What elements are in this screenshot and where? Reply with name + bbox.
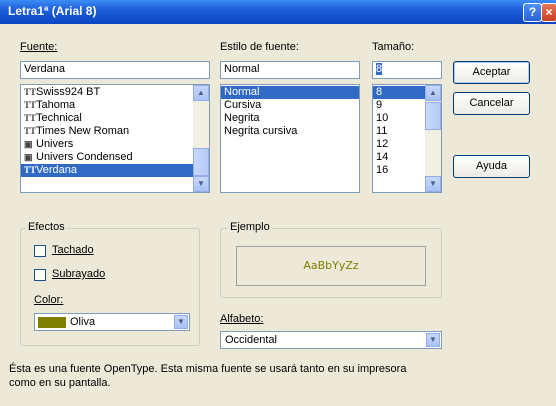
scroll-thumb[interactable]: [193, 148, 209, 176]
font-style-list[interactable]: Normal Cursiva Negrita Negrita cursiva: [220, 84, 360, 193]
color-select[interactable]: Oliva ▼: [34, 313, 190, 331]
font-list-item[interactable]: ▣ Univers: [21, 138, 209, 151]
truetype-font-icon: TT: [24, 100, 37, 110]
font-list-item-label: Swiss924 BT: [36, 86, 101, 98]
font-list-item-label: Univers Condensed: [36, 151, 133, 163]
scroll-down-icon[interactable]: ▼: [425, 176, 441, 192]
truetype-font-icon: TT: [24, 165, 37, 175]
font-list-item[interactable]: TTTahoma: [21, 99, 209, 112]
color-swatch: [38, 317, 66, 328]
font-list[interactable]: TTSwiss924 BT TTTahoma TTTechnical TTTimes …: [20, 84, 210, 193]
cancel-button[interactable]: Cancelar: [453, 92, 530, 115]
font-list-item[interactable]: ▣ Univers Condensed: [21, 151, 209, 164]
font-size-list[interactable]: 8 9 10 11 12 14 16 ▲ ▼: [372, 84, 442, 193]
truetype-font-icon: TT: [24, 113, 37, 123]
window-title: Letra1ª (Arial 8): [8, 4, 97, 18]
truetype-font-icon: TT: [24, 126, 37, 136]
chevron-down-icon[interactable]: ▼: [426, 333, 440, 347]
strikeout-checkbox[interactable]: [34, 245, 46, 257]
font-list-item-label: Verdana: [36, 164, 77, 176]
font-list-item-label: Technical: [36, 112, 82, 124]
scroll-up-icon[interactable]: ▲: [193, 85, 209, 101]
ok-button[interactable]: Aceptar: [453, 61, 530, 84]
font-list-item[interactable]: TTTimes New Roman: [21, 125, 209, 138]
script-value: Occidental: [225, 334, 277, 346]
font-style-list-item[interactable]: Cursiva: [221, 99, 359, 112]
title-bar[interactable]: Letra1ª (Arial 8) ? ×: [0, 0, 556, 24]
scroll-thumb[interactable]: [425, 102, 441, 130]
font-style-list-item[interactable]: Normal: [221, 86, 359, 99]
font-size-field[interactable]: 8: [372, 61, 442, 79]
font-style-list-item[interactable]: Negrita cursiva: [221, 125, 359, 138]
font-list-item[interactable]: TTTechnical: [21, 112, 209, 125]
font-style-field[interactable]: Normal: [220, 61, 360, 79]
underline-label[interactable]: Subrayado: [52, 268, 105, 280]
close-icon[interactable]: ×: [541, 3, 556, 22]
font-size-label: Tamaño:: [372, 41, 415, 53]
truetype-font-icon: TT: [24, 87, 37, 97]
font-list-item-label: Univers: [36, 138, 74, 150]
scroll-up-icon[interactable]: ▲: [425, 85, 441, 101]
font-list-item-label: Tahoma: [36, 99, 76, 111]
font-list-item[interactable]: TTVerdana: [21, 164, 209, 177]
font-dialog: Letra1ª (Arial 8) ? × Fuente: Verdana TT…: [0, 0, 556, 406]
chevron-down-icon[interactable]: ▼: [174, 315, 188, 329]
scroll-down-icon[interactable]: ▼: [193, 176, 209, 192]
font-style-label: Estilo de fuente:: [220, 41, 299, 53]
font-label: Fuente:: [20, 41, 58, 53]
underline-checkbox[interactable]: [34, 269, 46, 281]
color-label: Color:: [34, 294, 64, 306]
font-style-list-item[interactable]: Negrita: [221, 112, 359, 125]
help-icon[interactable]: ?: [523, 3, 542, 22]
font-list-item[interactable]: TTSwiss924 BT: [21, 86, 209, 99]
color-value: Oliva: [70, 316, 96, 328]
sample-title: Ejemplo: [228, 221, 272, 233]
script-select[interactable]: Occidental ▼: [220, 331, 442, 349]
script-label: Alfabeto:: [220, 313, 264, 325]
font-list-item-label: Times New Roman: [36, 125, 130, 137]
strikeout-label[interactable]: Tachado: [52, 244, 94, 256]
help-button[interactable]: Ayuda: [453, 155, 530, 178]
size-list-scrollbar[interactable]: ▲ ▼: [425, 85, 441, 192]
sample-preview: AaBbYyZz: [236, 246, 426, 286]
font-name-field[interactable]: Verdana: [20, 61, 210, 79]
font-description: Ésta es una fuente OpenType. Esta misma …: [9, 363, 407, 389]
effects-title: Efectos: [26, 221, 67, 233]
printer-font-icon: ▣: [24, 139, 33, 149]
printer-font-icon: ▣: [24, 152, 33, 162]
font-size-value: 8: [376, 63, 383, 75]
font-list-scrollbar[interactable]: ▲ ▼: [193, 85, 209, 192]
